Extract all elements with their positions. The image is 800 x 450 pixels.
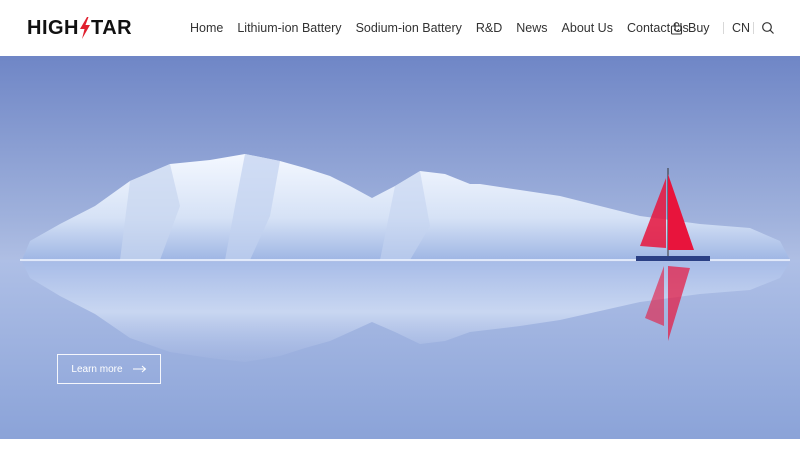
divider — [723, 22, 724, 34]
main-nav: Home Lithium-ion Battery Sodium-ion Batt… — [190, 0, 689, 56]
logo-text-left: HIGH — [27, 16, 79, 39]
learn-more-label: Learn more — [71, 363, 123, 375]
logo[interactable]: HIGH TAR — [27, 15, 132, 41]
nav-item-news[interactable]: News — [516, 21, 547, 35]
nav-item-rd[interactable]: R&D — [476, 21, 502, 35]
logo-text-right: TAR — [91, 16, 133, 39]
nav-item-home[interactable]: Home — [190, 21, 223, 35]
divider — [753, 22, 754, 34]
learn-more-button[interactable]: Learn more — [57, 354, 161, 384]
buy-button[interactable]: Buy — [670, 0, 710, 56]
search-icon[interactable] — [761, 21, 775, 35]
language-label: CN — [732, 21, 751, 35]
arrow-right-icon — [132, 365, 146, 373]
bag-icon — [670, 21, 683, 35]
nav-item-about-us[interactable]: About Us — [562, 21, 613, 35]
lightning-bolt-icon — [80, 17, 90, 39]
nav-item-lithium-ion-battery[interactable]: Lithium-ion Battery — [237, 21, 341, 35]
hero-banner: Learn more — [0, 56, 800, 439]
buy-label: Buy — [688, 21, 710, 35]
site-header: HIGH TAR Home Lithium-ion Battery Sodium… — [0, 0, 800, 57]
language-switch[interactable]: CN — [732, 0, 750, 56]
nav-item-sodium-ion-battery[interactable]: Sodium-ion Battery — [356, 21, 462, 35]
